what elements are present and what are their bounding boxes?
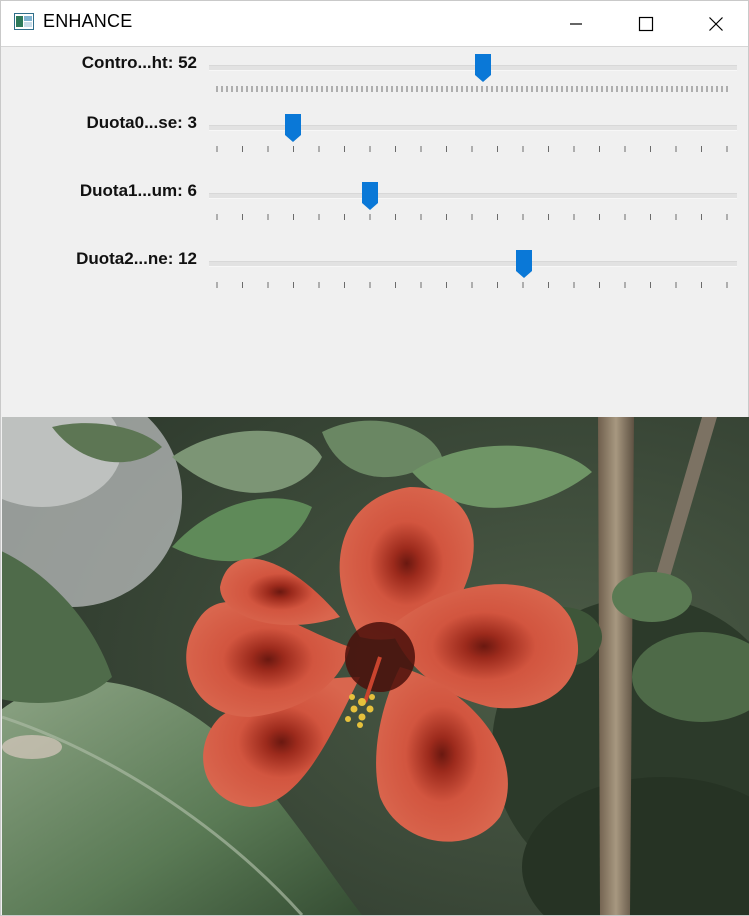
- minimize-icon: [570, 22, 582, 25]
- trackbar-ticks: [216, 86, 728, 92]
- trackbar-ticks: [216, 282, 728, 288]
- trackbar-thumb[interactable]: [515, 249, 533, 279]
- close-icon: [709, 16, 723, 31]
- trackbar-track[interactable]: [209, 261, 737, 267]
- minimize-button[interactable]: [541, 1, 611, 46]
- title-bar[interactable]: ENHANCE: [1, 1, 748, 47]
- trackbar-duota2: Duota2...ne: 12: [1, 243, 748, 303]
- hibiscus-flower-image: [2, 417, 749, 915]
- trackbar-duota0: Duota0...se: 3: [1, 107, 748, 167]
- maximize-icon: [638, 16, 654, 31]
- window-app-icon: [14, 13, 34, 30]
- trackbar-ticks: [216, 214, 728, 220]
- image-display: [2, 417, 749, 915]
- trackbar-panel: Contro...ht: 52 Duota0...se: 3 Duota1...…: [1, 47, 748, 417]
- trackbar-thumb[interactable]: [361, 181, 379, 211]
- maximize-button[interactable]: [611, 1, 681, 46]
- trackbar-track[interactable]: [209, 193, 737, 199]
- trackbar-label: Contro...ht: 52: [81, 53, 197, 72]
- trackbar-label: Duota0...se: 3: [86, 113, 197, 132]
- trackbar-label: Duota1...um: 6: [79, 181, 197, 200]
- trackbar-thumb[interactable]: [284, 113, 302, 143]
- window-title: ENHANCE: [43, 11, 133, 31]
- trackbar-thumb[interactable]: [474, 53, 492, 83]
- trackbar-contrast-highlight: Contro...ht: 52: [1, 47, 748, 107]
- trackbar-label: Duota2...ne: 12: [76, 249, 197, 268]
- enhance-window: ENHANCE Contro...ht: 52 Duota0...se: 3 D…: [0, 0, 749, 916]
- close-button[interactable]: [681, 1, 749, 46]
- trackbar-duota1: Duota1...um: 6: [1, 175, 748, 235]
- trackbar-ticks: [216, 146, 728, 152]
